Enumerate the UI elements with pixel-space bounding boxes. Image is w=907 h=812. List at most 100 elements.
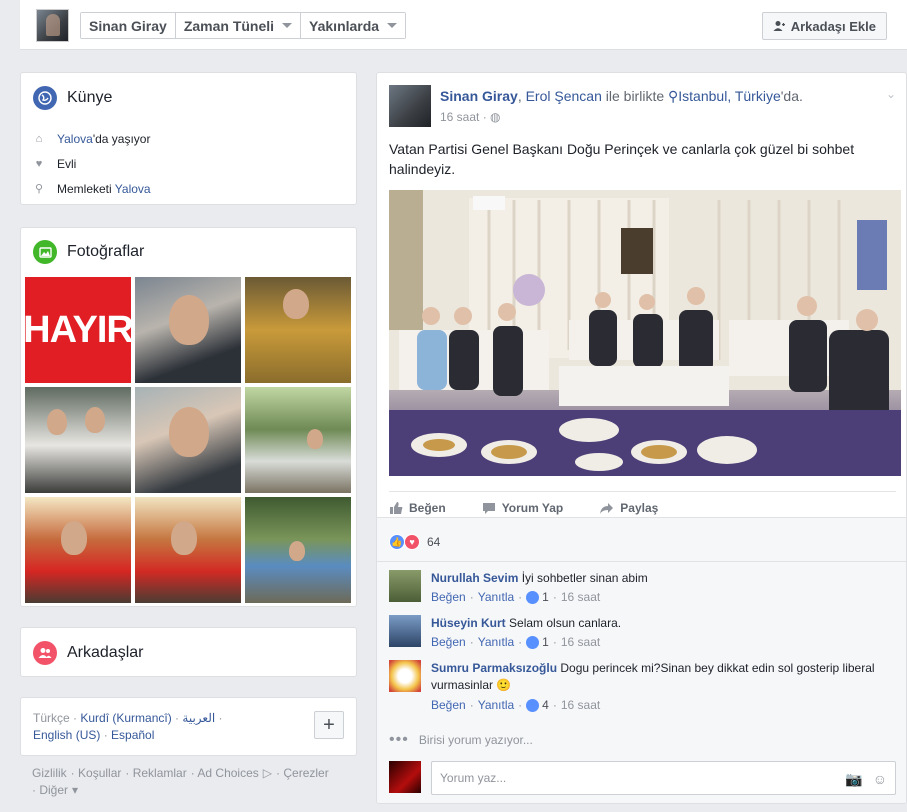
comment-avatar[interactable] [389,570,421,602]
photo-tile[interactable]: HAYIR [25,277,131,383]
comment-meta: Beğen · Yanıtla · 1 · 16 saat [431,590,601,604]
home-icon: ⌂ [35,132,43,145]
footer-link[interactable]: Gizlilik [32,766,67,780]
comment-like-count[interactable]: 1 [526,590,549,604]
comment-avatar[interactable] [389,660,421,692]
profile-nav: Sinan Giray Zaman Tüneli Yakınlarda [80,12,407,39]
comment-like-count[interactable]: 1 [526,635,549,649]
add-language-button[interactable]: + [314,711,344,739]
chevron-down-icon: ▾ [72,783,79,797]
separator: · [69,711,81,725]
like-reaction-icon [526,698,540,712]
photo-tile[interactable] [135,497,241,603]
photo-tile[interactable] [135,387,241,493]
like-reaction-icon [526,635,540,649]
tagged-person-link[interactable]: Erol Şencan [526,88,602,104]
profile-thumbnail[interactable] [36,9,69,42]
friends-title: Arkadaşlar [67,644,144,661]
like-count: 4 [542,698,549,712]
hometown-prefix: Memleketi [57,181,115,196]
comment-like-button[interactable]: Beğen [431,635,466,649]
thumbs-up-icon [390,502,403,514]
add-friend-icon [773,21,785,31]
location-pin-icon: ⚲ [668,88,679,104]
comment-reply-button[interactable]: Yanıtla [478,590,514,604]
photo-tile[interactable] [245,387,351,493]
share-button[interactable]: Paylaş [599,501,658,515]
tab-nearby[interactable]: Yakınlarda [301,13,406,38]
comment-composer: Yorum yaz... 📷 ☺ [389,761,896,795]
photo-face [289,541,305,561]
comment-reply-button[interactable]: Yanıtla [478,698,514,712]
comment-like-count[interactable]: 4 [526,698,549,712]
comment-like-button[interactable]: Beğen [431,698,466,712]
commenter-name[interactable]: Sumru Parmaksızoğlu [431,661,557,675]
share-label: Paylaş [620,501,659,515]
post-author-link[interactable]: Sinan Giray [440,88,518,104]
separator: · [100,728,112,742]
footer-link[interactable]: Reklamlar [133,766,187,780]
friends-header[interactable]: Arkadaşlar [33,641,143,665]
emoji-icon[interactable]: ☺ [873,771,887,788]
languages-card: Türkçe · Kurdî (Kurmancî) · العربية · En… [20,697,357,756]
tab-label: Zaman Tüneli [183,17,275,34]
tab-profile-name[interactable]: Sinan Giray [81,13,176,38]
footer-link[interactable]: Koşullar [78,766,121,780]
comment-avatar[interactable] [389,615,421,647]
photos-header[interactable]: Fotoğraflar [33,240,144,264]
comment-reply-button[interactable]: Yanıtla [478,635,514,649]
place-suffix: 'da. [780,88,803,104]
camera-icon[interactable]: 📷 [845,771,862,788]
chevron-down-icon [387,23,398,28]
like-count: 1 [542,635,549,649]
comment-body: Nurullah Sevim İyi sohbetler sinan abim [431,570,891,587]
post-options-chevron-icon[interactable]: ⌄ [886,87,896,101]
comment-time[interactable]: 16 saat [561,635,600,649]
viewer-avatar [389,761,421,793]
photo-face [171,521,197,555]
intro-rows: ⌂ Yalova'da yaşıyor ♥ Evli ⚲ Memleketi Y… [33,126,151,201]
intro-row-relationship: ♥ Evli [33,151,151,176]
photo-face [169,295,209,345]
post-header: Sinan Giray, Erol Şencan ile birlikte ⚲I… [440,88,803,105]
tab-timeline[interactable]: Zaman Tüneli [175,13,302,38]
post-author-avatar[interactable] [389,85,431,127]
comment-input[interactable]: Yorum yaz... 📷 ☺ [431,761,896,795]
post-photo[interactable] [389,190,901,476]
like-button[interactable]: Beğen [389,501,446,515]
photo-tile[interactable] [25,387,131,493]
reaction-count[interactable]: 64 [427,535,440,549]
comment-like-button[interactable]: Beğen [431,590,466,604]
love-reaction-icon[interactable]: ♥ [404,534,420,550]
comment-time[interactable]: 16 saat [561,590,600,604]
photo-tile[interactable] [135,277,241,383]
place-link[interactable]: Istanbul, Türkiye [678,88,780,104]
lives-in-suffix: 'da yaşıyor [92,131,151,146]
comment: Hüseyin Kurt Selam olsun canlara. Beğen … [389,615,894,655]
commenter-name[interactable]: Nurullah Sevim [431,571,518,585]
separator: , [517,88,526,104]
commenter-name[interactable]: Hüseyin Kurt [431,616,506,630]
photos-title: Fotoğraflar [67,243,145,260]
comment-button[interactable]: Yorum Yap [482,501,563,515]
photo-tile[interactable] [25,497,131,603]
language-link[interactable]: العربية [182,711,215,725]
language-link[interactable]: English (US) [33,728,100,742]
footer-link[interactable]: Çerezler [283,766,328,780]
comment-time[interactable]: 16 saat [561,698,600,712]
post-photo-scene [389,190,901,476]
comment-meta: Beğen · Yanıtla · 4 · 16 saat [431,698,601,712]
post-timestamp[interactable]: 16 saat · ◍ [440,110,501,124]
language-link[interactable]: Kurdî (Kurmancî) [80,711,171,725]
like-reaction-icon[interactable]: 👍 [389,534,405,550]
add-friend-button[interactable]: Arkadaşı Ekle [761,12,887,40]
photo-tile[interactable] [245,497,351,603]
lives-in-link[interactable]: Yalova [57,132,93,146]
footer-link[interactable]: Ad Choices [197,766,258,780]
hometown-link[interactable]: Yalova [115,182,151,196]
footer-link-more[interactable]: Diğer [39,783,68,797]
photo-tile[interactable] [245,277,351,383]
intro-row-text: Memleketi Yalova [57,182,151,196]
separator: · [171,711,183,725]
language-link[interactable]: Español [111,728,154,742]
